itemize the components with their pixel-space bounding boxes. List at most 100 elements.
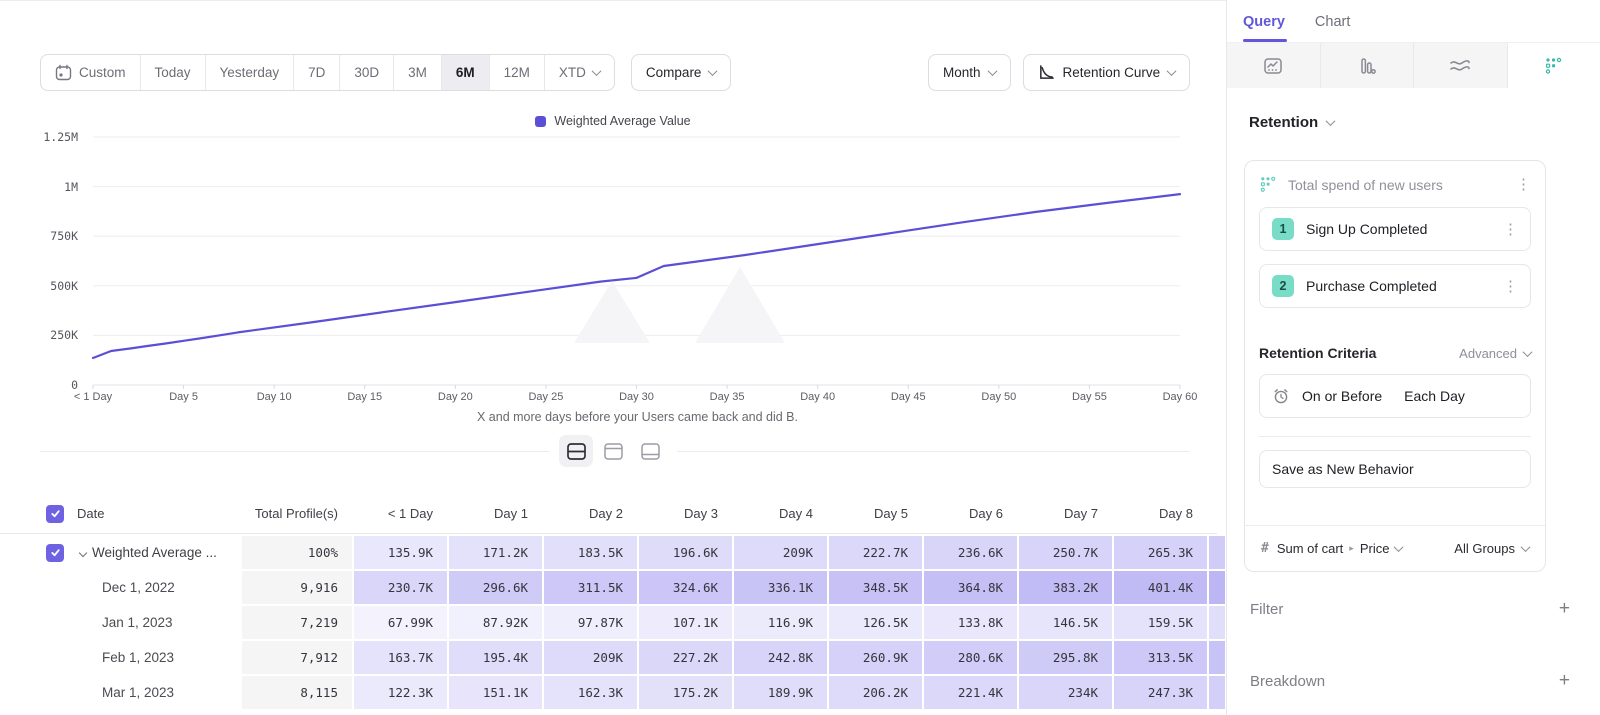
retention-value-cell-day-3: 227.2K — [639, 641, 732, 674]
retention-value-cell-day-7: 250.7K — [1019, 536, 1112, 569]
retention-report-page: CustomTodayYesterday7D30D3M6M12MXTD Comp… — [0, 0, 1600, 715]
step-number-badge: 1 — [1272, 218, 1294, 240]
watermark-triangle — [574, 278, 650, 343]
retention-report-tab[interactable] — [1507, 43, 1600, 88]
row-checkbox[interactable] — [46, 544, 64, 562]
timing-condition: On or Before — [1302, 388, 1382, 404]
step-number-badge: 2 — [1272, 275, 1294, 297]
behavior-retention-icon — [1259, 175, 1278, 194]
x-tick-label: Day 40 — [773, 391, 863, 403]
x-tick-label: Day 25 — [501, 391, 591, 403]
retention-value-cell-day-8: 401.4K — [1114, 571, 1207, 604]
event-step-2[interactable]: 2 Purchase Completed ⋮ — [1259, 264, 1531, 308]
x-tick-label: Day 60 — [1135, 391, 1225, 403]
retention-value-cell-day-6: 280.6K — [924, 641, 1017, 674]
column-header-day-7: Day 7 — [1019, 506, 1112, 521]
x-tick-label: Day 30 — [592, 391, 682, 403]
table-row: Dec 1, 20229,916230.7K296.6K311.5K324.6K… — [0, 571, 1217, 604]
report-section-heading[interactable]: Retention — [1249, 114, 1600, 131]
retention-value-cell-day-0: 230.7K — [354, 571, 447, 604]
tab-chart[interactable]: Chart — [1315, 14, 1350, 42]
row-label: Feb 1, 2023 — [72, 650, 240, 665]
insights-icon — [1263, 56, 1283, 76]
y-tick-label: 0 — [18, 378, 78, 392]
kebab-menu-icon[interactable]: ⋮ — [1516, 177, 1531, 192]
retention-value-cell-day-7: 234K — [1019, 676, 1112, 709]
breakdown-section: Breakdown + — [1250, 670, 1570, 692]
chevron-down-icon — [1394, 542, 1404, 552]
save-as-new-behavior-button[interactable]: Save as New Behavior — [1259, 450, 1531, 488]
insights-report-tab[interactable] — [1227, 43, 1320, 88]
retention-line-chart: 1.25M1M750K500K250K0 < 1 DayDay 5Day 10D… — [0, 0, 1226, 430]
measure-property-dropdown[interactable]: Sum of cart ▸ Price — [1277, 541, 1403, 556]
retention-value-cell-day-8: 313.5K — [1114, 641, 1207, 674]
row-date-label: Jan 1, 2023 — [102, 615, 173, 630]
groups-dropdown[interactable]: All Groups — [1454, 541, 1529, 556]
overflow-column-sliver — [1209, 676, 1225, 709]
retention-value-cell-day-8: 247.3K — [1114, 676, 1207, 709]
chart-caption: X and more days before your Users came b… — [0, 410, 1275, 424]
total-profiles-cell: 7,912 — [242, 641, 352, 674]
retention-value-cell-day-1: 296.6K — [449, 571, 542, 604]
retention-value-cell-day-2: 97.87K — [544, 606, 637, 639]
behavior-title: Total spend of new users — [1288, 177, 1443, 193]
groups-label: All Groups — [1454, 541, 1515, 556]
total-profiles-cell: 9,916 — [242, 571, 352, 604]
card-divider — [1259, 436, 1531, 437]
chevron-down-icon — [1326, 116, 1336, 126]
layout-chart-only-button[interactable] — [596, 435, 630, 467]
timing-criteria-row[interactable]: On or Before Each Day — [1259, 374, 1531, 418]
filter-label: Filter — [1250, 601, 1283, 618]
chevron-down-icon — [1523, 347, 1533, 357]
flows-report-tab[interactable] — [1413, 43, 1507, 88]
select-all-checkbox[interactable] — [46, 505, 64, 523]
query-builder-sidebar: Query Chart — [1226, 0, 1600, 715]
alarm-clock-icon — [1272, 387, 1290, 405]
retention-value-cell-day-6: 221.4K — [924, 676, 1017, 709]
retention-value-cell-day-7: 383.2K — [1019, 571, 1112, 604]
funnels-report-tab[interactable] — [1320, 43, 1414, 88]
header-checkbox-cell — [0, 505, 70, 523]
watermark-triangle — [695, 264, 785, 343]
layout-split-button[interactable] — [559, 435, 593, 467]
flows-icon — [1449, 56, 1471, 76]
retention-value-cell-day-0: 163.7K — [354, 641, 447, 674]
table-row: Jan 1, 20237,21967.99K87.92K97.87K107.1K… — [0, 606, 1217, 639]
kebab-menu-icon[interactable]: ⋮ — [1503, 279, 1518, 294]
report-section-title: Retention — [1249, 114, 1318, 131]
retention-value-cell-day-7: 146.5K — [1019, 606, 1112, 639]
retention-value-cell-day-5: 222.7K — [829, 536, 922, 569]
column-header-date: Date — [72, 506, 240, 521]
kebab-menu-icon[interactable]: ⋮ — [1503, 222, 1518, 237]
tab-query[interactable]: Query — [1243, 14, 1285, 42]
x-tick-label: Day 35 — [682, 391, 772, 403]
table-body: Weighted Average ...100%135.9K171.2K183.… — [0, 536, 1217, 709]
retention-value-cell-day-0: 67.99K — [354, 606, 447, 639]
layout-table-only-button[interactable] — [633, 435, 667, 467]
retention-value-cell-day-5: 260.9K — [829, 641, 922, 674]
overflow-column-sliver — [1209, 641, 1225, 674]
retention-table: DateTotal Profile(s)< 1 DayDay 1Day 2Day… — [0, 494, 1217, 709]
breakdown-label: Breakdown — [1250, 673, 1325, 690]
retention-value-cell-day-3: 175.2K — [639, 676, 732, 709]
retention-value-cell-day-2: 311.5K — [544, 571, 637, 604]
event-step-1[interactable]: 1 Sign Up Completed ⋮ — [1259, 207, 1531, 251]
x-tick-label: Day 45 — [863, 391, 953, 403]
overflow-column-sliver — [1209, 536, 1225, 569]
row-label[interactable]: Weighted Average ... — [72, 545, 240, 560]
x-tick-label: Day 10 — [229, 391, 319, 403]
filter-section: Filter + — [1250, 598, 1570, 620]
row-checkbox-cell — [0, 544, 70, 562]
criteria-mode-dropdown[interactable]: Advanced — [1459, 346, 1531, 361]
row-date-label: Feb 1, 2023 — [102, 650, 174, 665]
add-filter-button[interactable]: + — [1559, 598, 1570, 620]
add-breakdown-button[interactable]: + — [1559, 670, 1570, 692]
y-tick-label: 500K — [18, 279, 78, 293]
table-row: Weighted Average ...100%135.9K171.2K183.… — [0, 536, 1217, 569]
criteria-mode-label: Advanced — [1459, 346, 1517, 361]
measurement-row: # Sum of cart ▸ Price All Groups — [1245, 525, 1545, 571]
retention-value-cell-day-0: 122.3K — [354, 676, 447, 709]
row-date-label: Mar 1, 2023 — [102, 685, 174, 700]
table-row: Feb 1, 20237,912163.7K195.4K209K227.2K24… — [0, 641, 1217, 674]
event-step-label: Purchase Completed — [1306, 278, 1437, 294]
